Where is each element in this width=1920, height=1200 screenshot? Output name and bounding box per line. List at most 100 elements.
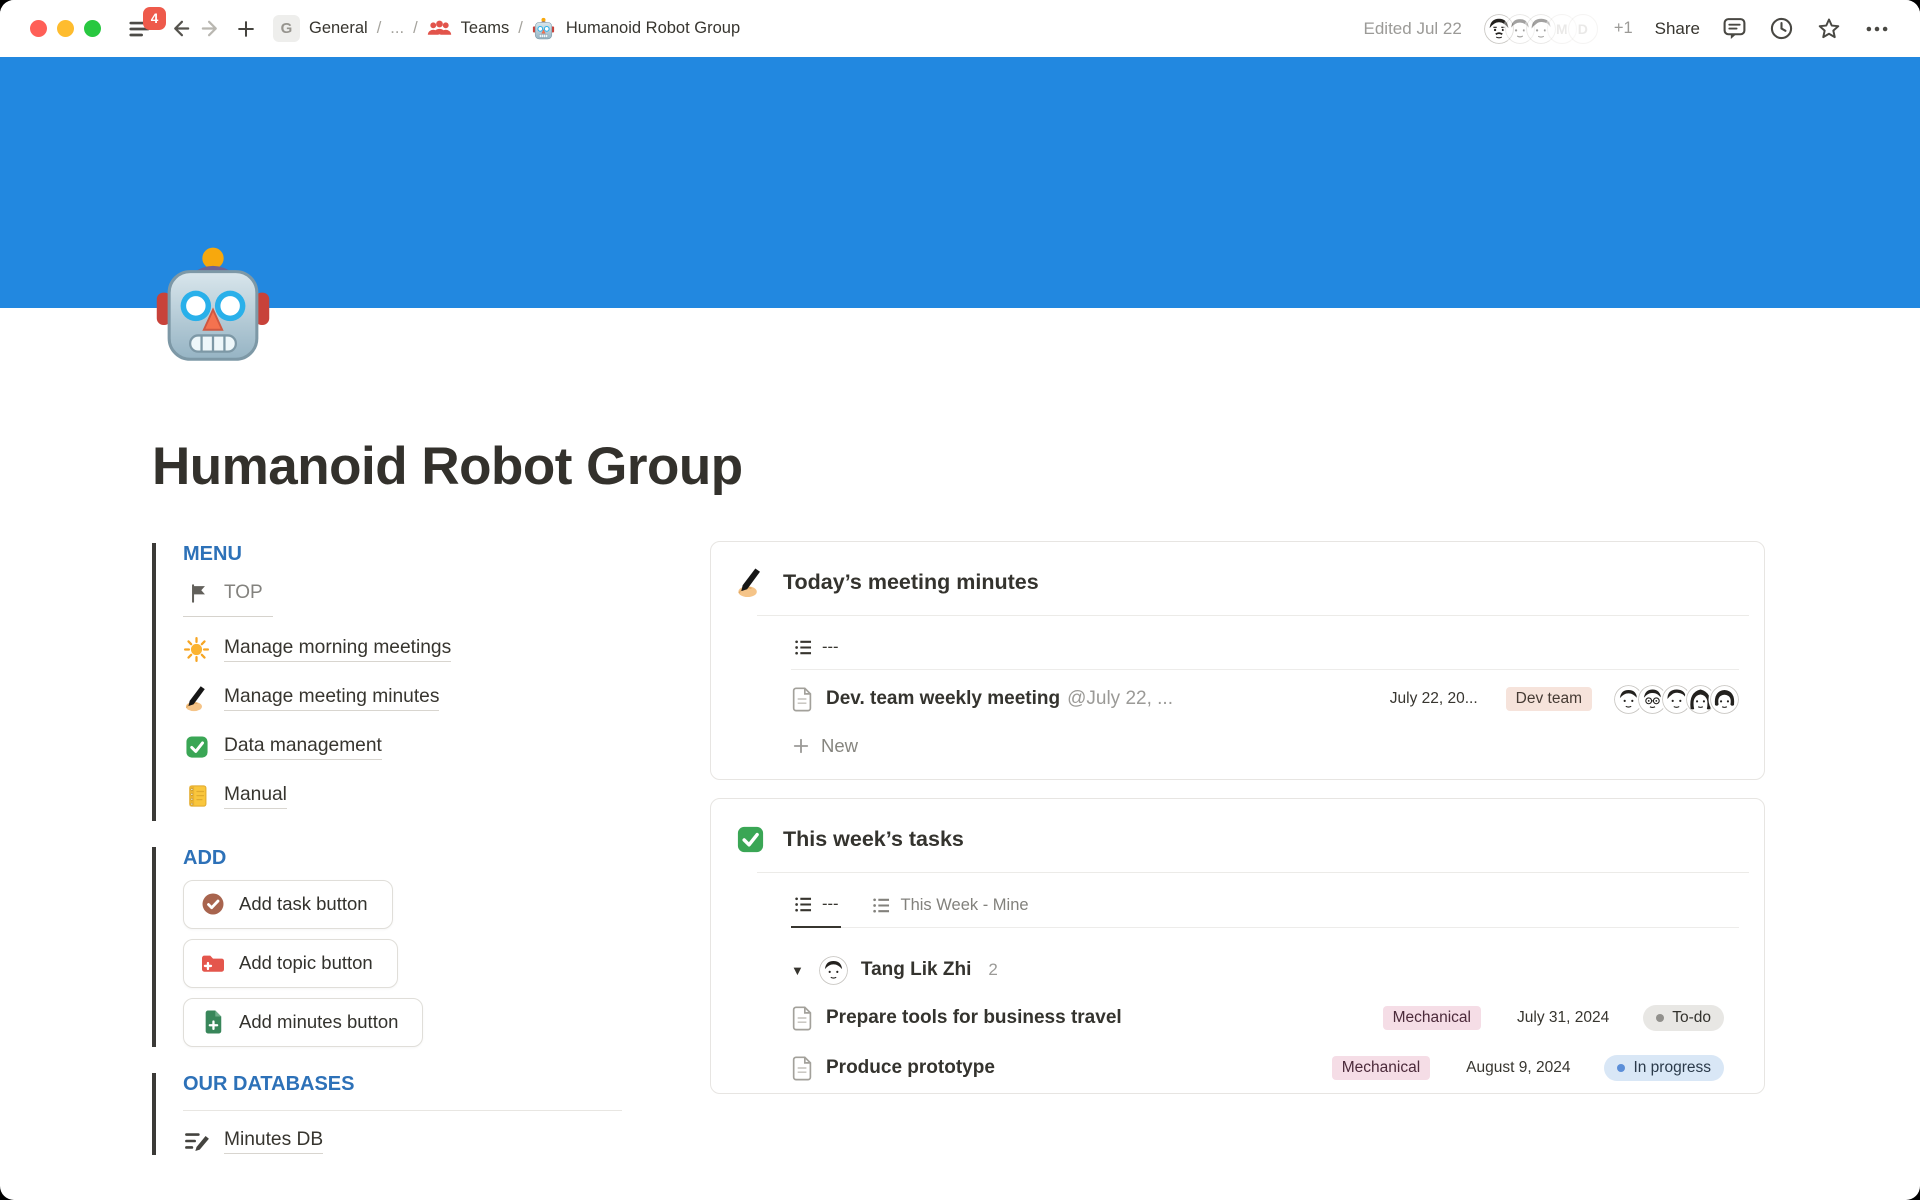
status-dot-icon bbox=[1617, 1064, 1625, 1072]
task-due-date[interactable]: July 31, 2024 bbox=[1517, 1009, 1609, 1027]
task-title[interactable]: Produce prototype bbox=[826, 1057, 995, 1079]
ledger-icon bbox=[183, 783, 210, 810]
minimize-window-button[interactable] bbox=[57, 20, 74, 37]
menu-link-manual[interactable]: Manual bbox=[183, 772, 622, 821]
weekly-tasks-card-header[interactable]: This week’s tasks bbox=[711, 799, 1764, 872]
view-tab-label: This Week - Mine bbox=[900, 896, 1028, 915]
add-task-button[interactable]: Add task button bbox=[183, 880, 393, 929]
breadcrumb-separator: / bbox=[518, 19, 523, 38]
view-tab-this-week-mine[interactable]: This Week - Mine bbox=[869, 888, 1031, 927]
back-button[interactable] bbox=[165, 14, 195, 44]
divider bbox=[757, 615, 1749, 616]
breadcrumb-separator: / bbox=[413, 19, 418, 38]
view-tab-default[interactable]: --- bbox=[791, 887, 841, 928]
view-tab-default[interactable]: --- bbox=[791, 630, 841, 669]
minutes-row-date[interactable]: July 22, 20... bbox=[1390, 690, 1478, 708]
menu-link-data-management[interactable]: Data management bbox=[183, 723, 622, 772]
task-category-tag[interactable]: Mechanical bbox=[1383, 1006, 1481, 1030]
add-topic-button[interactable]: Add topic button bbox=[183, 939, 398, 988]
breadcrumb-general[interactable]: General bbox=[309, 19, 368, 38]
green-check-icon bbox=[183, 734, 210, 761]
add-button-label: Add minutes button bbox=[239, 1011, 398, 1033]
notification-badge: 4 bbox=[143, 7, 166, 30]
zoom-window-button[interactable] bbox=[84, 20, 101, 37]
new-tab-button[interactable] bbox=[231, 14, 261, 44]
card-title: Today’s meeting minutes bbox=[783, 570, 1039, 595]
status-dot-icon bbox=[1656, 1014, 1664, 1022]
card-title: This week’s tasks bbox=[783, 827, 964, 852]
sun-icon bbox=[183, 636, 210, 663]
task-due-date[interactable]: August 9, 2024 bbox=[1466, 1059, 1570, 1077]
sidebar-toggle-button[interactable]: 4 bbox=[125, 14, 155, 44]
minutes-row-date-mention: @July 22, ... bbox=[1067, 688, 1173, 710]
team-tag[interactable]: Dev team bbox=[1506, 687, 1592, 711]
minutes-row-title[interactable]: Dev. team weekly meeting bbox=[826, 688, 1060, 710]
task-status-badge[interactable]: In progress bbox=[1604, 1055, 1724, 1081]
add-button-label: Add task button bbox=[239, 893, 368, 915]
collapse-triangle-icon[interactable]: ▼ bbox=[791, 963, 804, 978]
breadcrumb-page[interactable]: Humanoid Robot Group bbox=[566, 19, 740, 38]
forward-button[interactable] bbox=[195, 14, 225, 44]
tasks-view-tabs: --- This Week - Mine bbox=[791, 887, 1739, 928]
menu-link-morning-meetings[interactable]: Manage morning meetings bbox=[183, 625, 622, 674]
group-count: 2 bbox=[988, 960, 997, 980]
minutes-row[interactable]: Dev. team weekly meeting @July 22, ... J… bbox=[791, 674, 1739, 725]
page-icon bbox=[791, 1005, 814, 1031]
menu-link-top[interactable]: TOP bbox=[183, 576, 273, 617]
attendee-avatar-stack[interactable] bbox=[1614, 685, 1739, 714]
favorite-star-icon[interactable] bbox=[1816, 16, 1842, 42]
page-icon-robot[interactable] bbox=[152, 243, 274, 365]
group-row-assignee[interactable]: ▼ Tang Lik Zhi 2 bbox=[791, 948, 1739, 993]
add-minutes-button[interactable]: Add minutes button bbox=[183, 998, 423, 1047]
database-link-label: Minutes DB bbox=[224, 1129, 323, 1154]
task-row[interactable]: Produce prototype Mechanical August 9, 2… bbox=[791, 1043, 1724, 1093]
workspace-icon[interactable]: G bbox=[273, 15, 300, 42]
database-link-minutes-db[interactable]: Minutes DB bbox=[183, 1117, 622, 1155]
task-category-tag[interactable]: Mechanical bbox=[1332, 1056, 1430, 1080]
close-window-button[interactable] bbox=[30, 20, 47, 37]
writing-hand-icon bbox=[735, 567, 766, 598]
app-window: 4 G General / ... / Teams / Humanoid Rob… bbox=[0, 0, 1920, 1200]
breadcrumb-teams[interactable]: Teams bbox=[461, 19, 510, 38]
more-options-icon[interactable] bbox=[1864, 16, 1890, 42]
task-title[interactable]: Prepare tools for business travel bbox=[826, 1007, 1122, 1029]
menu-link-label: TOP bbox=[224, 582, 263, 604]
menu-section: MENU TOP Manage morning meetings Manage … bbox=[152, 543, 622, 821]
list-view-icon bbox=[794, 895, 813, 914]
page-cover[interactable] bbox=[0, 57, 1920, 308]
viewer-avatar-stack[interactable]: M D bbox=[1484, 14, 1598, 44]
add-heading: ADD bbox=[183, 847, 622, 870]
comments-icon[interactable] bbox=[1722, 16, 1747, 41]
writing-hand-icon bbox=[183, 685, 210, 712]
status-label: To-do bbox=[1672, 1009, 1711, 1027]
add-section: ADD Add task button Add topic button Add… bbox=[152, 847, 622, 1047]
task-row[interactable]: Prepare tools for business travel Mechan… bbox=[791, 993, 1724, 1043]
plus-icon bbox=[791, 736, 811, 756]
task-check-icon bbox=[199, 891, 226, 918]
avatar bbox=[819, 956, 848, 985]
menu-link-label: Manual bbox=[224, 784, 287, 809]
breadcrumb-collapsed[interactable]: ... bbox=[390, 19, 404, 38]
more-viewers-count[interactable]: +1 bbox=[1614, 19, 1633, 38]
left-column: MENU TOP Manage morning meetings Manage … bbox=[152, 541, 622, 1181]
menu-link-label: Data management bbox=[224, 735, 382, 760]
menu-link-meeting-minutes[interactable]: Manage meeting minutes bbox=[183, 674, 622, 723]
task-status-badge[interactable]: To-do bbox=[1643, 1005, 1724, 1031]
databases-heading: OUR DATABASES bbox=[183, 1073, 622, 1096]
top-bar-actions: Edited Jul 22 M D +1 Share bbox=[1364, 14, 1890, 44]
weekly-tasks-card: This week’s tasks --- This Week - Mine ▼ bbox=[710, 798, 1765, 1094]
folder-plus-icon bbox=[199, 950, 226, 977]
minutes-view-tabs: --- bbox=[791, 630, 1739, 670]
page-title[interactable]: Humanoid Robot Group bbox=[152, 436, 1765, 499]
meeting-minutes-card: Today’s meeting minutes --- Dev. team we… bbox=[710, 541, 1765, 780]
databases-section: OUR DATABASES Minutes DB bbox=[152, 1073, 622, 1155]
menu-link-label: Manage meeting minutes bbox=[224, 686, 439, 711]
history-icon[interactable] bbox=[1769, 16, 1794, 41]
meeting-minutes-card-header[interactable]: Today’s meeting minutes bbox=[711, 542, 1764, 615]
new-row-button[interactable]: New bbox=[791, 725, 1739, 767]
teams-icon bbox=[427, 18, 452, 40]
page-icon bbox=[791, 1055, 814, 1081]
share-button[interactable]: Share bbox=[1655, 19, 1700, 39]
divider bbox=[183, 1110, 622, 1111]
green-check-icon bbox=[735, 824, 766, 855]
